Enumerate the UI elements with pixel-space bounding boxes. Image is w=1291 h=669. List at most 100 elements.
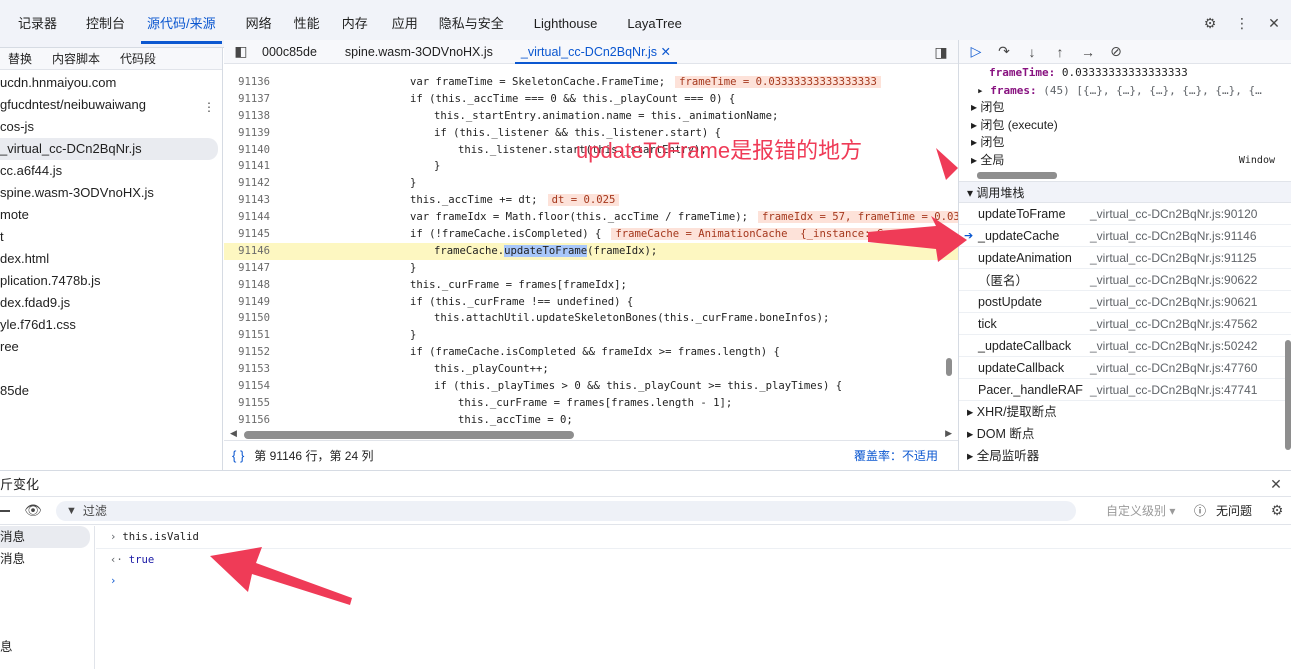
line-number[interactable]: 91147 [224,260,270,277]
editor-tab-virtual-cc[interactable]: _virtual_cc-DCn2BqNr.js ✕ [514,44,678,64]
line-number[interactable]: 91152 [224,344,270,361]
line-number[interactable]: 91138 [224,108,270,125]
log-level-select[interactable]: 自定义级别 ▾ [1106,502,1175,519]
call-frame[interactable]: Pacer._handleRAF _virtual_cc-DCn2BqNr.js:… [959,379,1291,401]
line-number[interactable]: 91144 [224,209,270,226]
call-frame-location[interactable]: _virtual_cc-DCn2BqNr.js:90622 [1090,273,1257,287]
code-area[interactable]: 91136 var frameTime = SkeletonCache.Frame… [224,68,958,428]
editor-tab-spine-wasm[interactable]: spine.wasm-3ODVnoHX.js [345,45,493,59]
sidebar-item-messages[interactable]: 消息 [0,526,90,548]
call-frame[interactable]: tick _virtual_cc-DCn2BqNr.js:47562 [959,313,1291,335]
scrollbar-thumb[interactable] [244,431,574,439]
xhr-breakpoints-section[interactable]: ▸ XHR/提取断点 [959,401,1291,423]
call-frame[interactable]: ➔ _updateCache _virtual_cc-DCn2BqNr.js:911… [959,225,1291,247]
file-tree-item[interactable]: mote [0,204,222,226]
code-line[interactable]: 91153 this._playCount++; [224,361,958,378]
line-number[interactable]: 91141 [224,158,270,175]
call-frame[interactable]: updateAnimation _virtual_cc-DCn2BqNr.js:9… [959,247,1291,269]
vertical-scrollbar-thumb[interactable] [946,358,952,376]
code-line[interactable]: 91151} [224,327,958,344]
file-tree-item[interactable]: ree [0,336,222,358]
scroll-left-icon[interactable]: ◀ [230,428,237,439]
scope-closure[interactable]: ▸ 闭包 [959,99,1291,117]
close-icon[interactable]: ✕ [1267,475,1285,493]
file-tree-item[interactable]: gfucdntest/neibuwaiwang [0,94,222,116]
call-frame[interactable]: updateToFrame _virtual_cc-DCn2BqNr.js:901… [959,203,1291,225]
editor-tab-000c85de[interactable]: 000c85de [262,45,317,59]
code-line[interactable]: 91146 frameCache.updateToFrame(frameIdx); [224,242,958,260]
file-tree-item[interactable]: t [0,226,222,248]
global-listeners-section[interactable]: ▸ 全局监听器 [959,445,1291,467]
line-number[interactable]: 91155 [224,395,270,412]
tab-7[interactable]: 隐私与安全 [439,14,504,36]
file-tree-item[interactable]: spine.wasm-3ODVnoHX.js [0,182,222,204]
line-number[interactable]: 91150 [224,310,270,327]
file-tree-item[interactable]: _virtual_cc-DCn2BqNr.js [0,138,218,160]
call-frame-location[interactable]: _virtual_cc-DCn2BqNr.js:91146 [1090,229,1257,243]
step-icon[interactable]: → [1079,43,1097,61]
scroll-right-icon[interactable]: ▶ [945,428,952,439]
call-frame[interactable]: updateCallback _virtual_cc-DCn2BqNr.js:47… [959,357,1291,379]
tab-content-scripts[interactable]: 内容脚本 [52,50,100,67]
scope-closure[interactable]: ▸ 闭包 (execute) [959,117,1291,135]
step-into-icon[interactable]: ↓ [1023,43,1041,61]
code-line[interactable]: 91150 this.attachUtil.updateSkeletonBones… [224,310,958,327]
console-filter[interactable]: ▼ 过滤 [56,500,1076,521]
tab-3[interactable]: 网络 [246,14,272,36]
line-number[interactable]: 91149 [224,294,270,311]
tab-4[interactable]: 性能 [294,14,320,36]
code-line[interactable]: 91142} [224,175,958,192]
line-number[interactable]: 91156 [224,412,270,428]
call-frame-location[interactable]: _virtual_cc-DCn2BqNr.js:50242 [1090,339,1257,353]
sidebar-item[interactable] [0,570,94,592]
file-tree-item[interactable]: 85de [0,380,222,402]
call-frame[interactable]: postUpdate _virtual_cc-DCn2BqNr.js:90621 [959,291,1291,313]
close-icon[interactable]: ✕ [1265,14,1283,32]
code-line[interactable]: 91149 if (this._curFrame !== undefined) { [224,294,958,311]
file-tree-item[interactable] [0,358,222,380]
file-tree-item[interactable]: plication.7478b.js [0,270,222,292]
call-frame[interactable]: _updateCallback _virtual_cc-DCn2BqNr.js:5… [959,335,1291,357]
line-number[interactable]: 91139 [224,125,270,142]
tab-snippets[interactable]: 代码段 [120,50,156,67]
line-number[interactable]: 91137 [224,91,270,108]
step-over-icon[interactable]: ↷ [995,43,1013,61]
more-menu-icon[interactable]: ⋮ [1233,14,1251,32]
console-prompt[interactable]: › [96,570,1291,592]
call-frame-location[interactable]: _virtual_cc-DCn2BqNr.js:90621 [1090,295,1257,309]
gear-icon[interactable]: ⚙ [1201,14,1219,32]
line-number[interactable]: 91151 [224,327,270,344]
code-line[interactable]: 91154 if (this._playTimes > 0 && this._pl… [224,378,958,395]
tab-5[interactable]: 内存 [342,14,368,36]
sidebar-item[interactable] [0,614,94,636]
code-line[interactable]: 91148 this._curFrame = frames[frameIdx]; [224,277,958,294]
line-number[interactable]: 91140 [224,142,270,159]
code-line[interactable]: 91138 this._startEntry.animation.name = t… [224,108,958,125]
deactivate-breakpoints-icon[interactable]: ⊘ [1107,43,1125,61]
more-menu-icon[interactable]: ⋮ [200,98,218,116]
toggle-debugger-icon[interactable]: ◨ [932,43,950,61]
tab-8[interactable]: Lighthouse [534,14,598,36]
sidebar-item[interactable]: 息 [0,636,94,658]
line-number[interactable]: 91136 [224,74,270,91]
pretty-print-icon[interactable]: { } [232,448,244,463]
call-frame-location[interactable]: _virtual_cc-DCn2BqNr.js:47741 [1090,383,1257,397]
step-out-icon[interactable]: ↑ [1051,43,1069,61]
filter-input[interactable]: 过滤 [83,502,107,519]
code-line[interactable]: 91136 var frameTime = SkeletonCache.Frame… [224,74,958,91]
line-number[interactable]: 91143 [224,192,270,209]
call-frame[interactable]: （匿名） _virtual_cc-DCn2BqNr.js:90622 [959,269,1291,291]
scope-scrollbar[interactable] [959,169,1291,181]
tab-9[interactable]: LayaTree [627,14,681,36]
resume-icon[interactable]: ▷ [967,43,985,61]
scope-frames[interactable]: ▸ frames: (45) [{…}, {…}, {…}, {…}, {…},… [959,82,1291,100]
file-tree-item[interactable]: cc.a6f44.js [0,160,222,182]
line-number[interactable]: 91146 [224,243,270,260]
line-number[interactable]: 91148 [224,277,270,294]
issues-icon[interactable]: ⓘ [1194,502,1206,519]
code-line[interactable]: 91143 this._accTime += dt; dt = 0.025 [224,192,958,209]
file-tree-item[interactable]: dex.html [0,248,222,270]
line-number[interactable]: 91142 [224,175,270,192]
toggle-navigator-icon[interactable]: ◧ [232,43,250,61]
dom-breakpoints-section[interactable]: ▸ DOM 断点 [959,423,1291,445]
